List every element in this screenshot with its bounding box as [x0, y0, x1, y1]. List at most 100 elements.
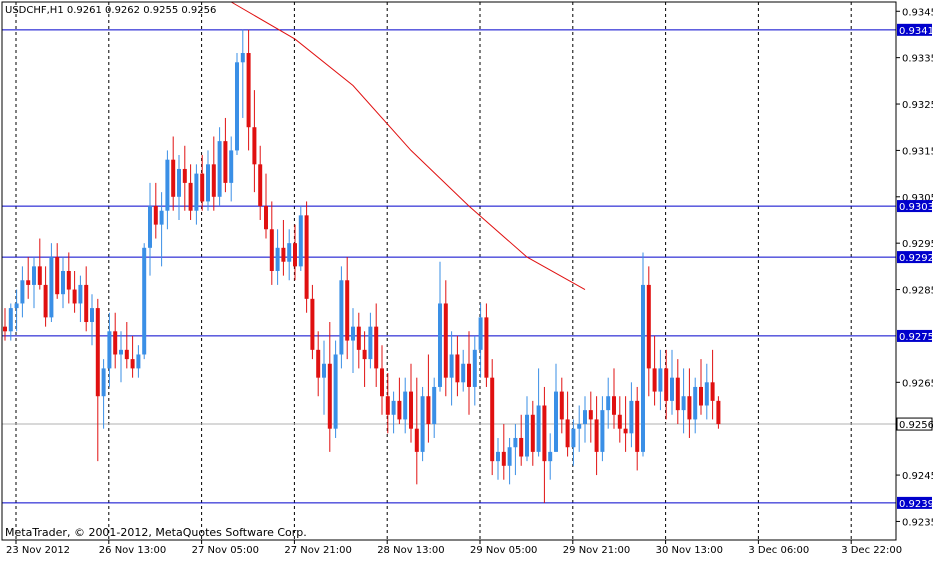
candle-body: [513, 437, 518, 448]
candle-body: [443, 303, 448, 378]
candle-body: [345, 280, 350, 341]
candle-body: [66, 271, 71, 290]
candle-body: [130, 359, 135, 369]
candle-body: [507, 447, 512, 466]
candle-body: [20, 280, 25, 304]
candle-body: [229, 150, 234, 183]
candle-body: [600, 410, 605, 452]
candle-body: [583, 410, 587, 425]
candle-body: [501, 451, 506, 466]
chart-window: 0.93450.93350.93250.93150.93050.92950.92…: [0, 0, 933, 558]
level-price-tag: 0.9275: [899, 332, 933, 343]
x-tick-label: 29 Nov 05:00: [470, 545, 537, 556]
candle-body: [704, 382, 709, 406]
candle-body: [693, 386, 698, 420]
candle-body: [304, 215, 309, 299]
candle-body: [397, 400, 402, 420]
candle-body: [496, 451, 500, 462]
candle-body: [542, 405, 547, 462]
candle-body: [536, 405, 541, 452]
candle-body: [409, 391, 413, 429]
candle-body: [490, 377, 495, 462]
candle-body: [356, 326, 361, 350]
candle-body: [252, 127, 257, 165]
candle-body: [49, 257, 54, 318]
candle-body: [78, 284, 83, 304]
x-tick-label: 3 Dec 22:00: [841, 545, 902, 556]
y-tick-label: 0.9295: [902, 239, 933, 250]
candle-body: [188, 182, 193, 211]
candle-body: [107, 331, 112, 369]
candle-body: [385, 396, 390, 415]
candle-body: [333, 354, 338, 429]
x-tick-label: 28 Nov 13:00: [377, 545, 444, 556]
candle-body: [72, 289, 77, 304]
candle-body: [368, 326, 373, 360]
candle-body: [101, 368, 106, 397]
candle-body: [432, 386, 437, 425]
candle-body: [136, 354, 141, 369]
level-price-tag: 0.9303: [899, 202, 933, 213]
candle-body: [530, 414, 535, 452]
candle-body: [148, 206, 152, 248]
x-tick-label: 29 Nov 21:00: [563, 545, 630, 556]
candle-body: [165, 159, 170, 211]
candle-body: [559, 391, 564, 420]
candle-body: [61, 271, 65, 295]
candle-body: [519, 437, 524, 457]
candle-body: [623, 428, 628, 434]
y-tick-label: 0.9315: [902, 146, 933, 157]
candle-body: [153, 206, 158, 225]
candle-body: [571, 428, 576, 448]
candle-body: [246, 53, 251, 128]
candle-body: [449, 354, 454, 378]
candle-body: [95, 308, 100, 397]
candle-body: [327, 363, 332, 429]
candle-body: [467, 363, 471, 387]
candle-body: [675, 377, 680, 411]
candle-body: [14, 303, 19, 309]
candle-body: [606, 396, 611, 411]
candle-body: [8, 308, 13, 332]
candle-body: [403, 391, 408, 420]
price-chart: 0.93450.93350.93250.93150.93050.92950.92…: [0, 0, 933, 558]
candle-body: [200, 173, 205, 202]
candle-body: [211, 164, 216, 197]
candle-body: [374, 326, 379, 369]
candle-body: [362, 349, 367, 360]
candle-body: [182, 168, 187, 183]
candle-body: [240, 53, 245, 63]
y-tick-label: 0.9345: [902, 7, 933, 18]
copyright-footer: MetaTrader, © 2001-2012, MetaQuotes Soft…: [5, 526, 307, 539]
candle-body: [264, 206, 268, 230]
candle-body: [629, 400, 634, 434]
candle-body: [612, 396, 616, 415]
candle-body: [414, 428, 419, 452]
candle-body: [258, 164, 263, 207]
candle-body: [223, 141, 228, 183]
x-tick-label: 27 Nov 05:00: [192, 545, 259, 556]
candle-body: [617, 414, 622, 429]
candle-body: [710, 382, 715, 401]
candle-body: [565, 419, 570, 448]
candle-body: [298, 215, 303, 267]
candle-body: [37, 266, 42, 285]
candle-body: [217, 141, 222, 197]
current-price-tag: 0.9256: [899, 420, 933, 431]
x-tick-label: 26 Nov 13:00: [99, 545, 166, 556]
y-tick-label: 0.9265: [902, 378, 933, 389]
candle-body: [588, 410, 593, 420]
level-price-tag: 0.9341: [899, 26, 933, 37]
candle-body: [206, 164, 210, 202]
candle-body: [681, 396, 686, 411]
level-price-tag: 0.9239: [899, 499, 933, 510]
candle-body: [159, 210, 164, 225]
y-tick-label: 0.9285: [902, 286, 933, 297]
candle-body: [55, 257, 60, 295]
candle-body: [716, 400, 721, 425]
candle-body: [577, 424, 582, 429]
candle-body: [32, 266, 36, 285]
candle-body: [635, 400, 640, 452]
candle-body: [339, 280, 344, 355]
candle-body: [380, 368, 384, 397]
